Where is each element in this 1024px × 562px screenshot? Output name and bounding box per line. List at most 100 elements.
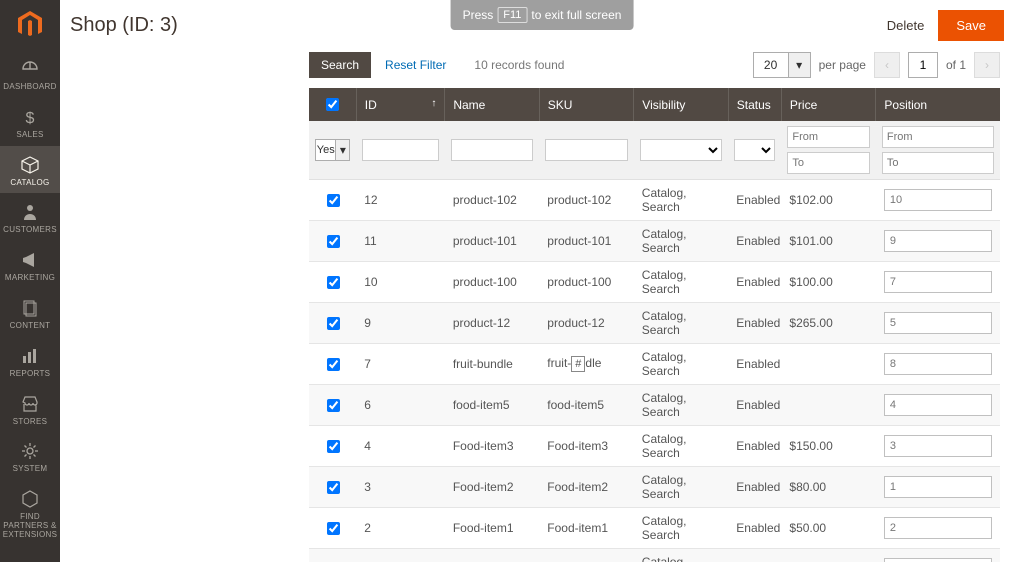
row-checkbox[interactable] xyxy=(327,194,340,207)
row-checkbox[interactable] xyxy=(327,440,340,453)
col-header-name[interactable]: Name xyxy=(445,88,539,121)
sidebar-item-customers[interactable]: CUSTOMERS xyxy=(0,193,60,241)
records-found-label: 10 records found xyxy=(474,58,564,72)
position-input[interactable] xyxy=(884,476,992,498)
save-button[interactable]: Save xyxy=(938,10,1004,41)
sort-asc-icon: ↑ xyxy=(431,98,436,109)
next-page-button[interactable]: › xyxy=(974,52,1000,78)
table-row[interactable]: 7fruit-bundlefruit-#dleCatalog, SearchEn… xyxy=(309,344,1000,385)
filter-position-from[interactable] xyxy=(882,126,994,148)
select-all-checkbox[interactable] xyxy=(326,98,339,111)
sidebar-item-stores[interactable]: STORES xyxy=(0,385,60,433)
position-input[interactable] xyxy=(884,312,992,334)
col-header-price[interactable]: Price xyxy=(781,88,875,121)
sidebar-item-find-partners-extensions[interactable]: FIND PARTNERS & EXTENSIONS xyxy=(0,480,60,545)
position-input[interactable] xyxy=(884,394,992,416)
filter-in-category-select[interactable]: Yes ▾ xyxy=(315,139,350,161)
position-input[interactable] xyxy=(884,189,992,211)
cell-price: $265.00 xyxy=(781,303,875,344)
cell-visibility: Catalog, Search xyxy=(634,303,728,344)
position-input[interactable] xyxy=(884,558,992,562)
cell-status: Enabled xyxy=(728,426,781,467)
filter-price-to[interactable] xyxy=(787,152,869,174)
filter-name-input[interactable] xyxy=(451,139,533,161)
sidebar-item-reports[interactable]: REPORTS xyxy=(0,337,60,385)
filter-status-select[interactable] xyxy=(734,139,775,161)
page-size-value: 20 xyxy=(753,52,789,78)
filter-price-from[interactable] xyxy=(787,126,869,148)
cell-name: product-100 xyxy=(445,262,539,303)
cell-visibility: Catalog, Search xyxy=(634,426,728,467)
filter-position-to[interactable] xyxy=(882,152,994,174)
filter-id-input[interactable] xyxy=(362,139,439,161)
table-row[interactable]: 3Food-item2Food-item2Catalog, SearchEnab… xyxy=(309,467,1000,508)
cell-id: 4 xyxy=(356,426,445,467)
sidebar-item-dashboard[interactable]: DASHBOARD xyxy=(0,50,60,98)
table-row[interactable]: 2Food-item1Food-item1Catalog, SearchEnab… xyxy=(309,508,1000,549)
table-row[interactable]: 6food-item5food-item5Catalog, SearchEnab… xyxy=(309,385,1000,426)
table-row[interactable]: 1Food-itemFood-itemCatalog, SearchEnable… xyxy=(309,549,1000,562)
page-size-select[interactable]: 20 ▾ xyxy=(753,52,811,78)
row-checkbox[interactable] xyxy=(327,358,340,371)
bars-icon xyxy=(19,345,41,367)
dashboard-icon xyxy=(19,58,41,80)
row-checkbox[interactable] xyxy=(327,317,340,330)
table-row[interactable]: 4Food-item3Food-item3Catalog, SearchEnab… xyxy=(309,426,1000,467)
delete-button[interactable]: Delete xyxy=(887,18,925,33)
search-button[interactable]: Search xyxy=(309,52,371,78)
cell-sku: Food-item3 xyxy=(539,426,633,467)
cell-status: Enabled xyxy=(728,344,781,385)
sidebar-item-marketing[interactable]: MARKETING xyxy=(0,241,60,289)
sidebar-item-label: SYSTEM xyxy=(13,465,48,474)
table-row[interactable]: 11product-101product-101Catalog, SearchE… xyxy=(309,221,1000,262)
cell-price xyxy=(781,344,875,385)
admin-sidebar: DASHBOARD$SALESCATALOGCUSTOMERSMARKETING… xyxy=(0,0,60,562)
row-checkbox[interactable] xyxy=(327,481,340,494)
row-checkbox[interactable] xyxy=(327,276,340,289)
magento-logo[interactable] xyxy=(0,0,60,50)
sidebar-item-content[interactable]: CONTENT xyxy=(0,289,60,337)
cell-id: 6 xyxy=(356,385,445,426)
prev-page-button[interactable]: ‹ xyxy=(874,52,900,78)
position-input[interactable] xyxy=(884,230,992,252)
cell-price: $80.00 xyxy=(781,467,875,508)
cell-price: $50.00 xyxy=(781,508,875,549)
cell-sku: product-12 xyxy=(539,303,633,344)
col-header-status[interactable]: Status xyxy=(728,88,781,121)
col-header-position[interactable]: Position xyxy=(876,88,1000,121)
reset-filter-link[interactable]: Reset Filter xyxy=(385,58,446,72)
row-checkbox[interactable] xyxy=(327,399,340,412)
cell-status: Enabled xyxy=(728,262,781,303)
row-checkbox[interactable] xyxy=(327,522,340,535)
sidebar-item-catalog[interactable]: CATALOG xyxy=(0,146,60,194)
col-header-sku[interactable]: SKU xyxy=(539,88,633,121)
sidebar-item-system[interactable]: SYSTEM xyxy=(0,432,60,480)
position-input[interactable] xyxy=(884,353,992,375)
position-input[interactable] xyxy=(884,517,992,539)
cell-status: Enabled xyxy=(728,508,781,549)
row-checkbox[interactable] xyxy=(327,235,340,248)
box-icon xyxy=(19,154,41,176)
caret-down-icon[interactable]: ▾ xyxy=(336,139,350,161)
col-header-visibility[interactable]: Visibility xyxy=(634,88,728,121)
cell-status: Enabled xyxy=(728,467,781,508)
cell-status: Enabled xyxy=(728,385,781,426)
table-row[interactable]: 12product-102product-102Catalog, SearchE… xyxy=(309,180,1000,221)
table-row[interactable]: 9product-12product-12Catalog, SearchEnab… xyxy=(309,303,1000,344)
sidebar-item-sales[interactable]: $SALES xyxy=(0,98,60,146)
cell-price: $101.00 xyxy=(781,221,875,262)
page-number-input[interactable] xyxy=(908,52,938,78)
cell-id: 12 xyxy=(356,180,445,221)
sidebar-item-label: CONTENT xyxy=(10,322,51,331)
cell-price: $102.00 xyxy=(781,180,875,221)
cell-id: 10 xyxy=(356,262,445,303)
position-input[interactable] xyxy=(884,271,992,293)
grid-filter-row: Yes ▾ xyxy=(309,121,1000,180)
filter-sku-input[interactable] xyxy=(545,139,627,161)
caret-down-icon[interactable]: ▾ xyxy=(789,52,811,78)
col-header-id[interactable]: ID↑ xyxy=(356,88,445,121)
filter-visibility-select[interactable] xyxy=(640,139,722,161)
cell-visibility: Catalog, Search xyxy=(634,549,728,562)
position-input[interactable] xyxy=(884,435,992,457)
table-row[interactable]: 10product-100product-100Catalog, SearchE… xyxy=(309,262,1000,303)
